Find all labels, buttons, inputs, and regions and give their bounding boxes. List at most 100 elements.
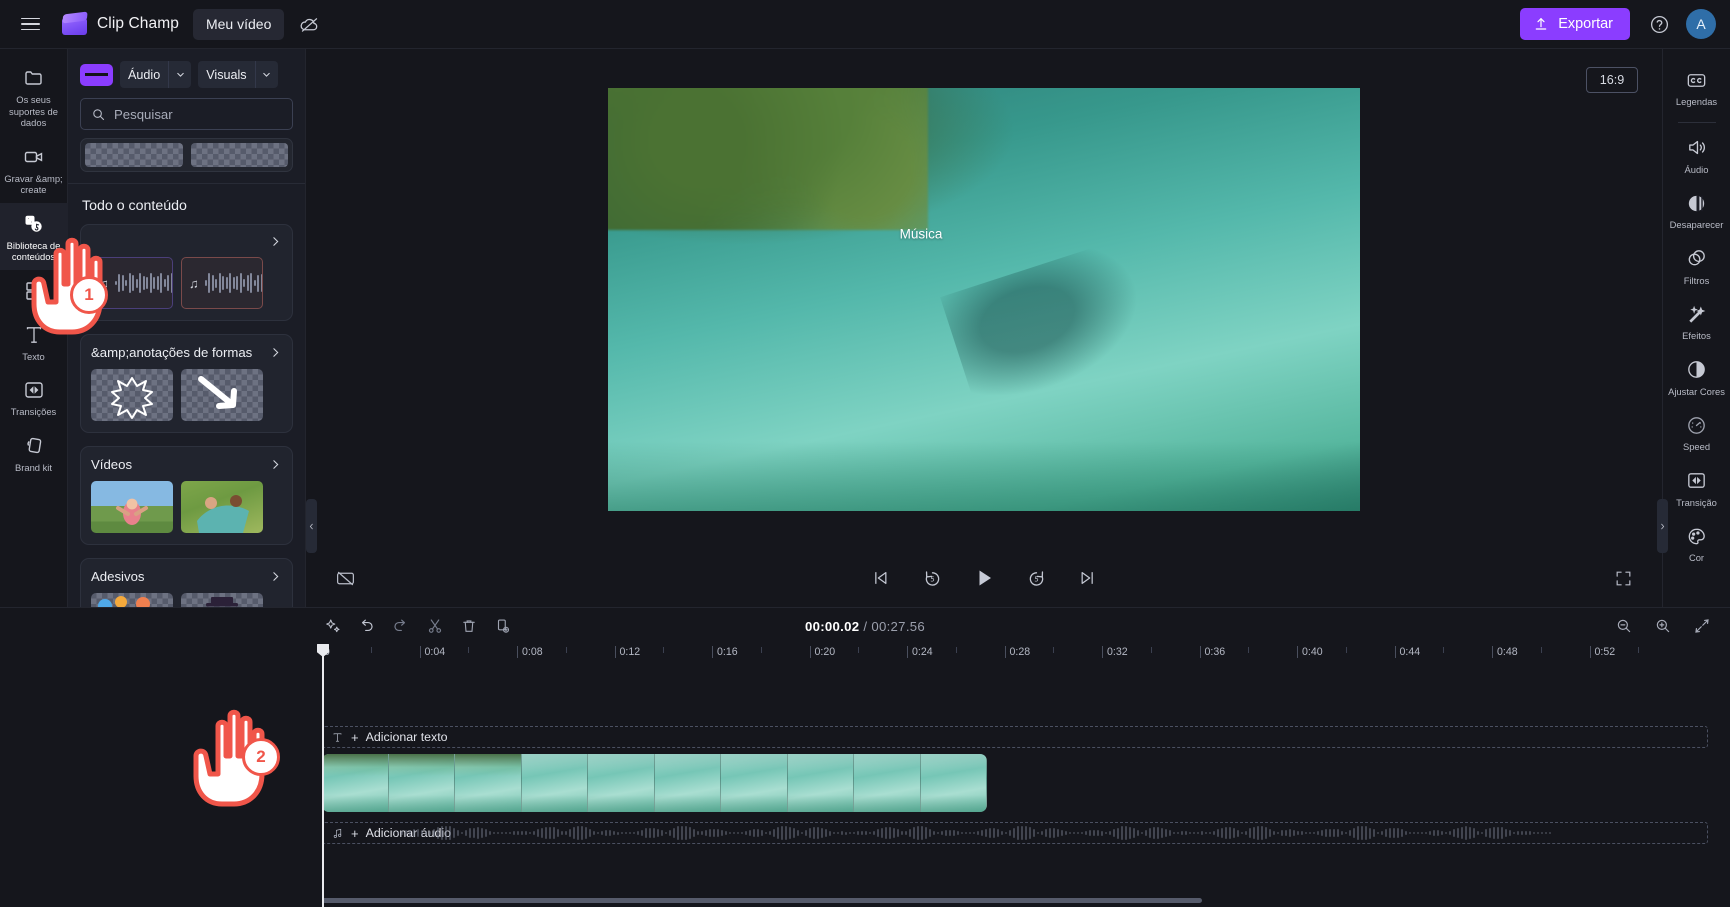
tool-color[interactable]: Cor (1663, 515, 1730, 571)
forward-5-button[interactable]: 5 (1021, 563, 1051, 593)
chevron-right-icon[interactable] (269, 235, 282, 248)
video-clip[interactable] (322, 754, 987, 812)
add-text-label[interactable]: Adicionar texto (366, 730, 448, 744)
chevron-right-icon[interactable] (269, 458, 282, 471)
sidebar-item-text[interactable]: Texto (0, 314, 68, 370)
chevron-down-icon[interactable] (254, 61, 278, 88)
sticker-comment-thumb[interactable]: COMMENT (91, 593, 173, 607)
sidebar-item-content-library[interactable]: Biblioteca de conteúdos (0, 202, 68, 270)
recent-thumb[interactable] (190, 143, 288, 167)
tool-transition[interactable]: Transição (1663, 460, 1730, 516)
cloud-off-icon[interactable] (292, 9, 326, 40)
timeline-zoom-controls (1609, 612, 1716, 641)
video-thumb-child-field[interactable] (91, 481, 173, 533)
audio-track[interactable]: + Adicionar áudio (322, 822, 1708, 844)
export-button[interactable]: Exportar (1520, 8, 1630, 40)
music-note-icon: ♫ (189, 275, 199, 291)
category-card-videos[interactable]: Vídeos (80, 446, 293, 545)
ruler-tick: 0:24 (907, 646, 933, 658)
chevron-right-icon[interactable] (269, 570, 282, 583)
timeline-ruler[interactable]: 00:040:080:120:160:200:240:280:320:360:4… (322, 644, 1730, 670)
aspect-ratio-button[interactable]: 16:9 (1586, 67, 1638, 93)
search-input[interactable] (114, 106, 290, 122)
category-header[interactable]: Adesivos (91, 569, 282, 584)
sidebar-item-media[interactable]: Os seus suportes de dados (0, 57, 68, 136)
category-card-stickers[interactable]: Adesivos COMMENT (80, 558, 293, 607)
tool-adjust-colors[interactable]: Ajustar Cores (1663, 349, 1730, 405)
playhead[interactable] (317, 644, 329, 907)
avatar[interactable]: A (1686, 9, 1716, 39)
sparkle-icon[interactable] (318, 612, 347, 641)
audio-filter-dropdown[interactable]: Áudio (120, 61, 192, 88)
ruler-tick: 0:52 (1589, 646, 1615, 658)
top-bar: Clip Champ Meu vídeo Exportar A (0, 0, 1730, 49)
timeline-body[interactable]: 00:040:080:120:160:200:240:280:320:360:4… (0, 644, 1730, 907)
rail-divider (1677, 121, 1716, 123)
category-card-audio[interactable]: ♫ ♫ (80, 224, 293, 321)
category-header[interactable]: &amp;anotações de formas (91, 345, 282, 360)
ruler-minor-tick (468, 647, 470, 653)
tool-filters[interactable]: Filtros (1663, 238, 1730, 294)
play-button[interactable] (969, 563, 999, 593)
all-content-title: Todo o conteúdo (82, 198, 187, 214)
fullscreen-icon[interactable] (1608, 563, 1638, 593)
tool-effects[interactable]: Efeitos (1663, 293, 1730, 349)
ruler-tick: 0:20 (809, 646, 835, 658)
skip-start-button[interactable] (865, 563, 895, 593)
sidebar-item-templates[interactable] (0, 270, 68, 314)
sidebar-item-label: Os seus suportes de dados (9, 94, 58, 128)
timeline-scrollbar[interactable] (322, 898, 1202, 903)
video-preview[interactable]: Música (608, 87, 1360, 511)
video-thumb-kids-grass[interactable] (181, 481, 263, 533)
visuals-filter-dropdown[interactable]: Visuals (198, 61, 278, 88)
audio-filter-label[interactable]: Áudio (120, 61, 169, 88)
skip-end-button[interactable] (1073, 563, 1103, 593)
audio-thumb[interactable]: ♫ (181, 257, 263, 309)
project-name-button[interactable]: Meu vídeo (192, 8, 285, 40)
redo-icon[interactable] (386, 612, 415, 641)
duplicate-icon[interactable] (488, 612, 517, 641)
sidebar-item-transitions[interactable]: Transições (0, 369, 68, 425)
chevron-down-icon[interactable] (168, 61, 192, 88)
help-icon[interactable] (1642, 7, 1676, 41)
rewind-5-button[interactable]: 5 (917, 563, 947, 593)
captions-off-icon[interactable] (330, 563, 360, 593)
add-text-plus[interactable]: + (351, 730, 359, 745)
zoom-out-icon[interactable] (1609, 612, 1638, 641)
shape-arrow-thumb[interactable] (181, 369, 263, 421)
zoom-in-icon[interactable] (1648, 612, 1677, 641)
fit-to-screen-icon[interactable] (1687, 612, 1716, 641)
recent-thumb[interactable] (85, 143, 183, 167)
tool-speed[interactable]: Speed (1663, 404, 1730, 460)
chevron-right-icon[interactable] (269, 346, 282, 359)
audio-thumb[interactable]: ♫ (91, 257, 173, 309)
visuals-filter-label[interactable]: Visuals (198, 61, 255, 88)
category-header[interactable]: Vídeos (91, 457, 282, 472)
sticker-monster-thumb[interactable] (181, 593, 263, 607)
selected-media-thumb[interactable] (80, 63, 113, 86)
tool-audio[interactable]: Áudio (1663, 127, 1730, 183)
category-name: Adesivos (91, 569, 145, 584)
hamburger-icon[interactable] (10, 7, 50, 41)
search-box[interactable] (80, 98, 293, 130)
panel-scroll-area[interactable]: Todo o conteúdo ♫ ♫ &amp;anotações de fo… (68, 184, 305, 607)
trash-icon[interactable] (454, 612, 483, 641)
category-card-shapes[interactable]: &amp;anotações de formas (80, 334, 293, 433)
shape-burst-thumb[interactable] (91, 369, 173, 421)
category-header[interactable] (91, 235, 282, 248)
collapse-right-panel-handle[interactable] (1657, 499, 1668, 553)
text-track[interactable]: + Adicionar texto (322, 726, 1708, 748)
sidebar-item-brand-kit[interactable]: Brand kit (0, 425, 68, 481)
tool-label: Ajustar Cores (1668, 385, 1725, 397)
tool-fade[interactable]: Desaparecer (1663, 182, 1730, 238)
tool-captions[interactable]: Legendas (1663, 59, 1730, 115)
scissors-icon[interactable] (420, 612, 449, 641)
tool-label: Legendas (1675, 96, 1718, 107)
ruler-tick: 0:36 (1199, 646, 1225, 658)
sidebar-item-record-create[interactable]: Gravar &amp; create (0, 136, 68, 203)
collapse-left-panel-handle[interactable] (306, 499, 317, 553)
recent-items[interactable] (80, 138, 293, 172)
overlay-text-musica[interactable]: Música (900, 227, 943, 242)
add-audio-plus[interactable]: + (351, 826, 359, 841)
undo-icon[interactable] (352, 612, 381, 641)
